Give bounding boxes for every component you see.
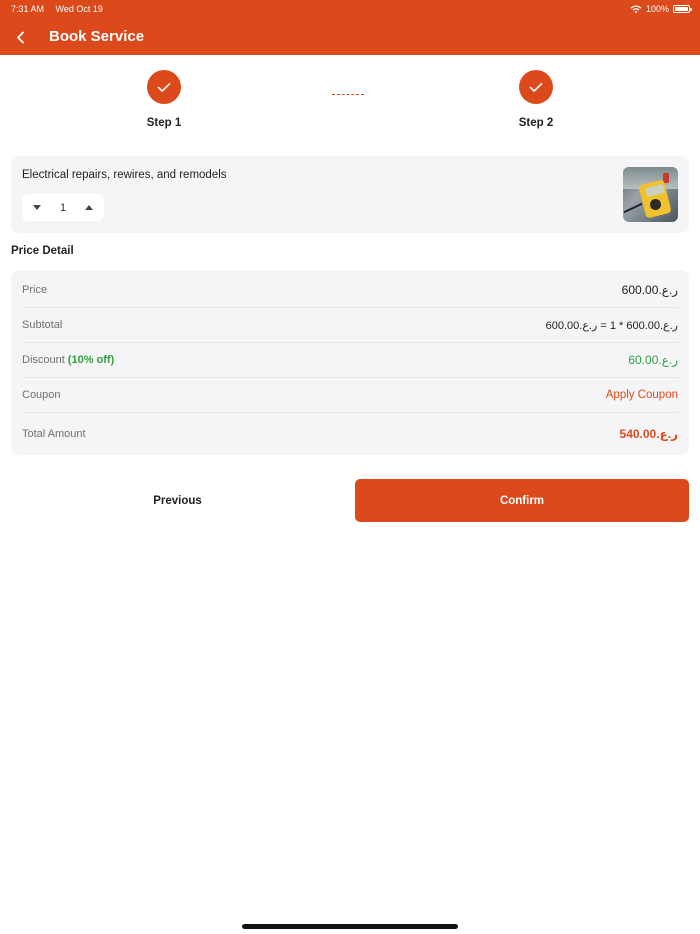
step-1[interactable]: Step 1 xyxy=(124,70,204,129)
quantity-value: 1 xyxy=(59,201,67,214)
service-card: Electrical repairs, rewires, and remodel… xyxy=(11,156,689,233)
checkmark-icon xyxy=(529,82,543,92)
discount-label-group: Discount (10% off) xyxy=(22,354,114,366)
coupon-row: Coupon Apply Coupon xyxy=(22,378,678,413)
step-2-label: Step 2 xyxy=(518,117,554,129)
coupon-label: Coupon xyxy=(22,389,61,401)
discount-row: Discount (10% off) ر.ع.60.00 xyxy=(22,343,678,378)
previous-button[interactable]: Previous xyxy=(11,479,344,522)
increase-quantity-button[interactable] xyxy=(84,203,94,213)
wifi-icon xyxy=(630,4,642,13)
step-1-label: Step 1 xyxy=(146,117,182,129)
home-indicator xyxy=(242,924,458,929)
status-left: 7:31 AM Wed Oct 19 xyxy=(11,4,112,14)
decrease-quantity-button[interactable] xyxy=(32,203,42,213)
step-2[interactable]: Step 2 xyxy=(496,70,576,129)
status-date: Wed Oct 19 xyxy=(55,4,103,14)
apply-coupon-link[interactable]: Apply Coupon xyxy=(606,389,678,401)
status-bar: 7:31 AM Wed Oct 19 100% xyxy=(11,3,692,15)
status-right: 100% xyxy=(630,4,692,14)
discount-value: ر.ع.60.00 xyxy=(628,353,678,367)
caret-up-icon xyxy=(85,205,93,210)
total-label: Total Amount xyxy=(22,427,86,440)
discount-label: Discount xyxy=(22,354,65,366)
step-connector xyxy=(332,94,364,95)
total-value: ر.ع.540.00 xyxy=(619,426,678,441)
subtotal-row: Subtotal ر.ع.600.00 * 1 = ر.ع.600.00 xyxy=(22,308,678,343)
step-1-indicator xyxy=(147,70,181,104)
price-value: ر.ع.600.00 xyxy=(621,283,678,297)
service-image xyxy=(623,167,678,222)
confirm-button[interactable]: Confirm xyxy=(355,479,689,522)
price-row: Price ر.ع.600.00 xyxy=(22,273,678,308)
price-label: Price xyxy=(22,284,48,296)
status-time: 7:31 AM xyxy=(11,4,45,14)
page-title: Book Service xyxy=(49,28,145,45)
back-button[interactable] xyxy=(10,27,30,47)
subtotal-label: Subtotal xyxy=(22,319,63,331)
price-detail-card: Price ر.ع.600.00 Subtotal ر.ع.600.00 * 1… xyxy=(11,270,689,455)
subtotal-value: ر.ع.600.00 * 1 = ر.ع.600.00 xyxy=(545,319,678,332)
booking-stepper: Step 1 Step 2 xyxy=(0,70,700,134)
step-2-indicator xyxy=(519,70,553,104)
service-name: Electrical repairs, rewires, and remodel… xyxy=(22,169,227,181)
checkmark-icon xyxy=(157,82,171,92)
battery-percent: 100% xyxy=(645,4,669,14)
quantity-stepper: 1 xyxy=(22,194,104,221)
price-detail-heading: Price Detail xyxy=(11,245,74,257)
total-row: Total Amount ر.ع.540.00 xyxy=(22,416,678,451)
app-bar: 7:31 AM Wed Oct 19 100% Book Service xyxy=(0,0,700,55)
caret-down-icon xyxy=(33,205,41,210)
battery-icon xyxy=(673,5,692,13)
discount-percent: (10% off) xyxy=(67,354,115,366)
chevron-left-icon xyxy=(16,31,24,43)
